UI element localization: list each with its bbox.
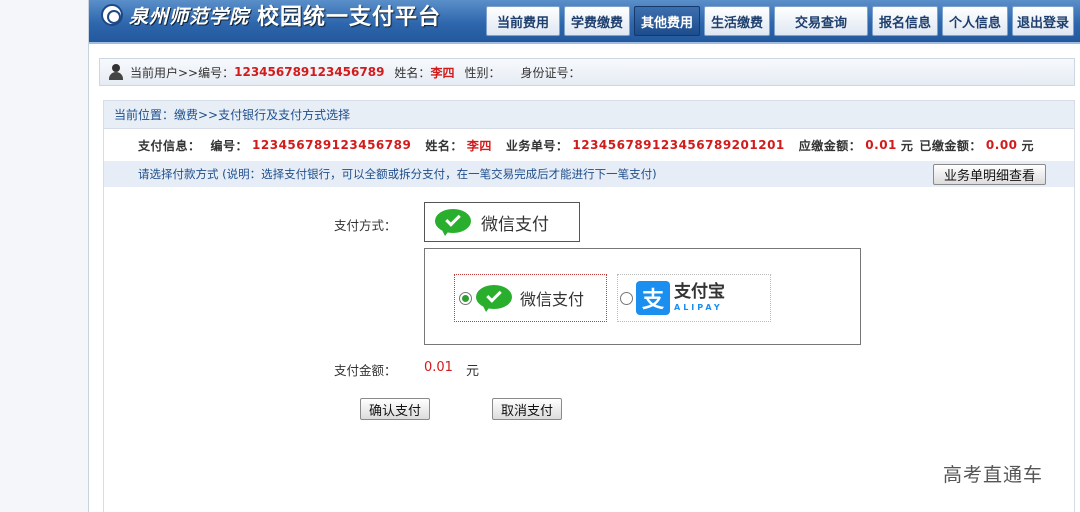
page-frame: 泉州师范学院 校园统一支付平台 当前费用 学费缴费 其他费用 生活缴费 交易查询… bbox=[88, 0, 1080, 512]
logo: 泉州师范学院 校园统一支付平台 bbox=[101, 2, 442, 30]
user-name-label: 姓名： bbox=[394, 65, 431, 80]
payinfo-due-unit: 元 bbox=[900, 138, 914, 153]
order-detail-button[interactable]: 业务单明细查看 bbox=[932, 164, 1046, 185]
payment-info: 支付信息： 编号： 123456789123456789 姓名： 李四 业务单号… bbox=[104, 129, 1074, 161]
breadcrumb: 当前位置：缴费>>支付银行及支付方式选择 bbox=[104, 101, 1074, 129]
header: 泉州师范学院 校园统一支付平台 当前费用 学费缴费 其他费用 生活缴费 交易查询… bbox=[89, 0, 1080, 44]
payinfo-id: 123456789123456789 bbox=[252, 138, 412, 152]
user-icon bbox=[108, 64, 124, 80]
wechat-pay-icon bbox=[476, 284, 512, 312]
payment-options: 微信支付 支 支付宝 ALIPAY bbox=[424, 248, 861, 345]
payment-panel: 当前位置：缴费>>支付银行及支付方式选择 支付信息： 编号： 123456789… bbox=[103, 100, 1075, 512]
payinfo-order-label: 业务单号： bbox=[505, 138, 569, 153]
nav-logout[interactable]: 退出登录 bbox=[1012, 6, 1074, 36]
school-seal-icon bbox=[101, 4, 123, 26]
payment-amount-unit: 元 bbox=[466, 364, 480, 379]
alipay-wordmark: 支付宝 ALIPAY bbox=[674, 284, 725, 312]
option-alipay[interactable]: 支 支付宝 ALIPAY bbox=[617, 274, 771, 322]
watermark: 高考直通车 bbox=[943, 464, 1044, 486]
payinfo-name-label: 姓名： bbox=[425, 138, 463, 153]
user-name: 李四 bbox=[430, 65, 455, 80]
alipay-radio[interactable] bbox=[620, 291, 633, 305]
wechat-pay-icon bbox=[435, 208, 471, 236]
nav-living-fees[interactable]: 生活缴费 bbox=[704, 6, 770, 36]
wechat-option-label: 微信支付 bbox=[520, 290, 585, 309]
payment-amount: 0.01 bbox=[424, 360, 453, 375]
current-user-label: 当前用户>>编号： bbox=[130, 65, 235, 80]
nav-tuition[interactable]: 学费缴费 bbox=[564, 6, 630, 36]
platform-title: 校园统一支付平台 bbox=[257, 5, 442, 30]
option-wechat[interactable]: 微信支付 bbox=[454, 274, 607, 322]
user-idcard-label: 身份证号： bbox=[520, 65, 581, 80]
alipay-cn-label: 支付宝 bbox=[674, 282, 725, 302]
payinfo-paid-unit: 元 bbox=[1021, 138, 1035, 153]
user-bar: 当前用户>>编号： 123456789123456789 姓名： 李四 性别： … bbox=[99, 58, 1075, 86]
cancel-payment-button[interactable]: 取消支付 bbox=[492, 398, 563, 420]
instruction-text: 请选择付款方式 (说明：选择支付银行，可以全额或拆分支付，在一笔交易完成后才能进… bbox=[138, 167, 657, 181]
payinfo-paid-label: 已缴金额： bbox=[919, 138, 982, 153]
nav-current-fees[interactable]: 当前费用 bbox=[486, 6, 560, 36]
payment-amount-label: 支付金额： bbox=[334, 363, 397, 378]
school-name: 泉州师范学院 bbox=[129, 5, 250, 28]
alipay-en-label: ALIPAY bbox=[674, 303, 723, 312]
payinfo-due-amount: 0.01 bbox=[865, 138, 897, 152]
wechat-radio[interactable] bbox=[459, 291, 472, 305]
payinfo-id-label: 编号： bbox=[210, 138, 249, 153]
user-id: 123456789123456789 bbox=[234, 65, 385, 79]
main-nav: 当前费用 学费缴费 其他费用 生活缴费 交易查询 报名信息 个人信息 退出登录 bbox=[486, 6, 1078, 36]
payinfo-name: 李四 bbox=[466, 138, 492, 153]
selected-method-text: 微信支付 bbox=[481, 214, 549, 235]
confirm-payment-button[interactable]: 确认支付 bbox=[360, 398, 431, 420]
selected-method-display: 微信支付 bbox=[424, 202, 580, 242]
nav-other-fees[interactable]: 其他费用 bbox=[634, 6, 700, 36]
alipay-icon: 支 bbox=[636, 281, 670, 315]
payinfo-paid-amount: 0.00 bbox=[985, 138, 1018, 152]
payinfo-prefix: 支付信息： bbox=[138, 138, 201, 153]
nav-transaction-query[interactable]: 交易查询 bbox=[774, 6, 868, 36]
nav-registration-info[interactable]: 报名信息 bbox=[872, 6, 938, 36]
payinfo-order-number: 123456789123456789201201 bbox=[572, 138, 785, 152]
instruction-bar: 请选择付款方式 (说明：选择支付银行，可以全额或拆分支付，在一笔交易完成后才能进… bbox=[104, 161, 1074, 187]
user-gender-label: 性别： bbox=[464, 65, 501, 80]
payment-method-label: 支付方式： bbox=[334, 218, 397, 233]
nav-personal-info[interactable]: 个人信息 bbox=[942, 6, 1008, 36]
payinfo-due-label: 应缴金额： bbox=[798, 138, 862, 153]
